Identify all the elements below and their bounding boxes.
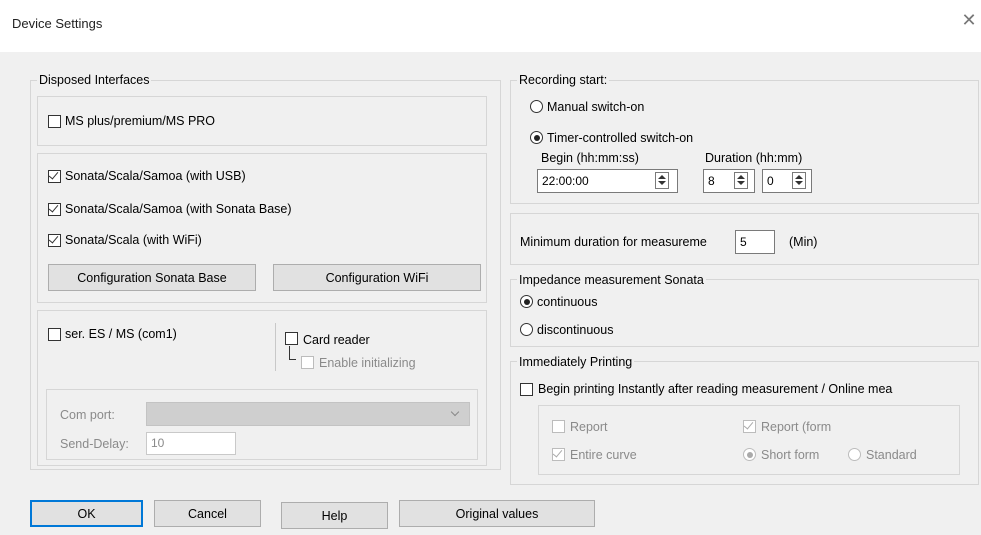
standard-radio[interactable] — [848, 448, 861, 461]
discontinuous-radio[interactable] — [520, 323, 533, 336]
close-icon[interactable]: ✕ — [958, 9, 980, 31]
enable-initializing-label: Enable initializing — [319, 356, 416, 370]
sonata-usb-checkbox[interactable] — [48, 169, 61, 183]
send-delay-input[interactable]: 10 — [146, 432, 236, 455]
report-checkbox[interactable] — [552, 420, 565, 433]
send-delay-label: Send-Delay: — [60, 437, 129, 451]
original-values-button[interactable]: Original values — [399, 500, 595, 527]
configuration-wifi-button[interactable]: Configuration WiFi — [273, 264, 481, 291]
ser-label: ser. ES / MS (com1) — [65, 327, 177, 341]
minimum-duration-unit: (Min) — [789, 235, 818, 249]
enable-initializing-checkbox[interactable] — [301, 356, 314, 369]
short-form-label: Short form — [761, 448, 820, 462]
begin-printing-checkbox[interactable] — [520, 383, 533, 396]
ms-plus-label: MS plus/premium/MS PRO — [65, 114, 216, 128]
ok-button[interactable]: OK — [30, 500, 143, 527]
configuration-sonata-base-button[interactable]: Configuration Sonata Base — [48, 264, 256, 291]
continuous-radio[interactable] — [520, 295, 533, 308]
com-port-label: Com port: — [60, 408, 115, 422]
tree-line — [289, 346, 290, 360]
com-port-select[interactable] — [146, 402, 470, 426]
print-options-subgroup — [538, 405, 960, 475]
duration-minutes-spinner[interactable] — [792, 172, 806, 189]
begin-label: Begin (hh:mm:ss) — [541, 151, 639, 165]
help-button[interactable]: Help — [281, 502, 388, 529]
report-label: Report — [570, 420, 608, 434]
printing-label: Immediately Printing — [517, 355, 635, 369]
duration-label: Duration (hh:mm) — [705, 151, 803, 165]
report-form-label: Report (form — [761, 420, 832, 434]
manual-radio[interactable] — [530, 100, 543, 113]
standard-label: Standard — [866, 448, 917, 462]
timer-label: Timer-controlled switch-on — [547, 131, 694, 145]
discontinuous-label: discontinuous — [537, 323, 614, 337]
duration-hours-spinner[interactable] — [734, 172, 748, 189]
begin-printing-label: Begin printing Instantly after reading m… — [538, 382, 893, 396]
cancel-button[interactable]: Cancel — [154, 500, 261, 527]
title-bar — [0, 0, 981, 52]
ser-checkbox[interactable] — [48, 328, 61, 341]
timer-radio[interactable] — [530, 131, 543, 144]
continuous-label: continuous — [537, 295, 598, 309]
entire-curve-label: Entire curve — [570, 448, 637, 462]
window-title: Device Settings — [12, 16, 103, 31]
disposed-interfaces-label: Disposed Interfaces — [37, 73, 152, 87]
ms-plus-checkbox[interactable] — [48, 115, 61, 128]
card-reader-label: Card reader — [303, 333, 370, 347]
entire-curve-checkbox[interactable] — [552, 447, 565, 461]
recording-start-label: Recording start: — [517, 73, 610, 87]
card-reader-checkbox[interactable] — [285, 332, 298, 345]
begin-spinner[interactable] — [655, 172, 669, 189]
report-form-checkbox[interactable] — [743, 419, 756, 433]
sonata-base-label: Sonata/Scala/Samoa (with Sonata Base) — [65, 202, 292, 216]
sonata-wifi-label: Sonata/Scala (with WiFi) — [65, 233, 202, 247]
minimum-duration-label: Minimum duration for measureme — [520, 235, 707, 249]
manual-label: Manual switch-on — [547, 100, 645, 114]
short-form-radio[interactable] — [743, 448, 756, 461]
tree-arrow — [289, 359, 296, 360]
sonata-wifi-checkbox[interactable] — [48, 233, 61, 247]
sonata-base-checkbox[interactable] — [48, 202, 61, 216]
impedance-label: Impedance measurement Sonata — [517, 273, 706, 287]
separator — [275, 323, 276, 371]
minimum-duration-input[interactable]: 5 — [735, 230, 775, 254]
sonata-usb-label: Sonata/Scala/Samoa (with USB) — [65, 169, 246, 183]
